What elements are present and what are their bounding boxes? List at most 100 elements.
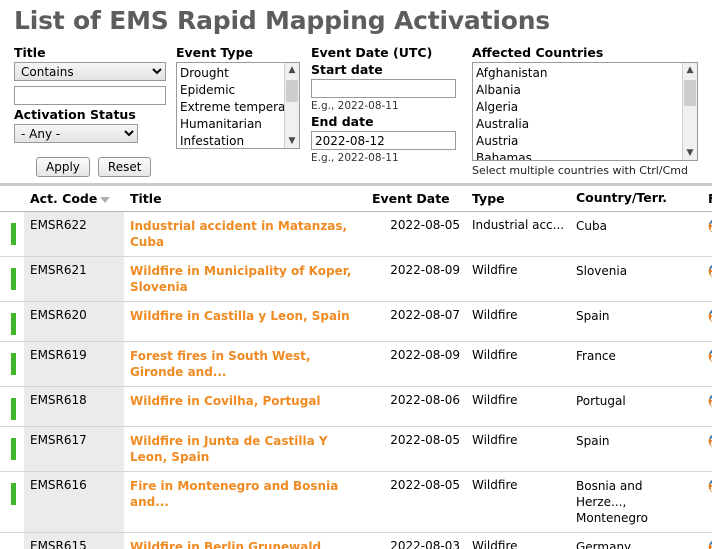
event-type-option[interactable]: Epidemic — [180, 82, 284, 99]
row-country: Cuba — [570, 211, 702, 257]
title-operator-select[interactable]: Contains — [14, 62, 166, 81]
filter-affected-countries-label: Affected Countries — [472, 45, 604, 60]
rss-globe-icon[interactable] — [708, 218, 712, 234]
affected-countries-scrollbar[interactable]: ▲ ▼ — [682, 63, 697, 160]
filter-event-type-label: Event Type — [176, 45, 254, 60]
col-country[interactable]: Country/Terr. — [570, 186, 702, 212]
feed-icon-group — [708, 263, 712, 279]
activations-table: Act. Code Title Event Date Type Country/… — [0, 186, 712, 549]
row-act-code: EMSR620 — [24, 301, 124, 342]
scrollbar-thumb[interactable] — [286, 80, 298, 102]
country-option[interactable]: Bahamas — [476, 150, 682, 160]
event-type-option[interactable]: Humanitarian — [180, 116, 284, 133]
end-date-input[interactable] — [311, 131, 456, 150]
event-type-option[interactable]: Extreme temperatur — [180, 99, 284, 116]
row-event-type: Wildfire — [466, 341, 570, 387]
filter-affected-countries-group: Affected Countries Afghanistan Albania A… — [472, 45, 698, 178]
row-event-type: Wildfire — [466, 301, 570, 342]
rss-globe-icon[interactable] — [708, 539, 712, 549]
activation-title-link[interactable]: Fire in Montenegro and Bosnia and... — [130, 478, 360, 510]
row-status-cell — [0, 256, 24, 302]
row-event-type: Industrial acc... — [466, 211, 570, 257]
row-title-cell: Wildfire in Covilha, Portugal — [124, 386, 366, 427]
filter-activation-status-label: Activation Status — [14, 107, 136, 122]
rss-globe-icon[interactable] — [708, 308, 712, 324]
row-feed-cell — [702, 386, 712, 427]
page-title: List of EMS Rapid Mapping Activations — [14, 6, 550, 35]
scroll-up-icon[interactable]: ▲ — [683, 63, 697, 77]
row-act-code: EMSR617 — [24, 426, 124, 472]
feed-icon-group — [708, 478, 712, 494]
row-event-date: 2022-08-03 — [366, 532, 466, 549]
country-option[interactable]: Afghanistan — [476, 65, 682, 82]
country-option[interactable]: Australia — [476, 116, 682, 133]
reset-button[interactable]: Reset — [97, 157, 152, 177]
scroll-down-icon[interactable]: ▼ — [683, 146, 697, 160]
table-row[interactable]: EMSR615 Wildfire in Berlin Grunewald Fore… — [0, 532, 712, 549]
activation-title-link[interactable]: Forest fires in South West, Gironde and.… — [130, 348, 360, 380]
results-table-wrapper: Act. Code Title Event Date Type Country/… — [0, 183, 712, 549]
filter-event-type-group: Event Type Drought Epidemic Extreme temp… — [176, 45, 300, 149]
start-date-input[interactable] — [311, 79, 456, 98]
end-date-label: End date — [311, 114, 374, 129]
row-event-date: 2022-08-06 — [366, 386, 466, 427]
rss-globe-icon[interactable] — [708, 348, 712, 364]
col-act-code-label: Act. Code — [30, 191, 98, 206]
activation-title-link[interactable]: Wildfire in Castilla y Leon, Spain — [130, 308, 360, 324]
event-type-listbox[interactable]: Drought Epidemic Extreme temperatur Huma… — [176, 62, 300, 149]
activation-status-select[interactable]: - Any - — [14, 124, 138, 143]
row-title-cell: Fire in Montenegro and Bosnia and... — [124, 471, 366, 533]
row-event-type: Wildfire — [466, 386, 570, 427]
row-status-cell — [0, 211, 24, 257]
event-type-option[interactable]: Drought — [180, 65, 284, 82]
country-option[interactable]: Austria — [476, 133, 682, 150]
activation-title-link[interactable]: Wildfire in Berlin Grunewald Forest — [130, 539, 360, 549]
table-row[interactable]: EMSR617 Wildfire in Junta de Castilla Y L… — [0, 426, 712, 472]
country-option[interactable]: Albania — [476, 82, 682, 99]
filter-form: Title Contains Activation Status - Any -… — [0, 45, 712, 179]
country-option[interactable]: Algeria — [476, 99, 682, 116]
rss-globe-icon[interactable] — [708, 393, 712, 409]
affected-countries-options: Afghanistan Albania Algeria Australia Au… — [473, 63, 682, 160]
table-row[interactable]: EMSR616 Fire in Montenegro and Bosnia and… — [0, 471, 712, 533]
event-type-scrollbar[interactable]: ▲ ▼ — [284, 63, 299, 148]
feed-icon-group — [708, 433, 712, 449]
table-row[interactable]: EMSR622 Industrial accident in Matanzas, … — [0, 211, 712, 257]
table-row[interactable]: EMSR618 Wildfire in Covilha, Portugal 2022… — [0, 386, 712, 427]
activation-title-link[interactable]: Wildfire in Covilha, Portugal — [130, 393, 360, 409]
table-row[interactable]: EMSR619 Forest fires in South West, Giron… — [0, 341, 712, 387]
table-row[interactable]: EMSR620 Wildfire in Castilla y Leon, Spai… — [0, 301, 712, 342]
filter-buttons: Apply Reset — [36, 157, 152, 177]
rss-globe-icon[interactable] — [708, 263, 712, 279]
scroll-down-icon[interactable]: ▼ — [285, 134, 299, 148]
event-type-option[interactable]: Infestation — [180, 133, 284, 148]
col-title[interactable]: Title — [124, 186, 366, 212]
table-row[interactable]: EMSR621 Wildfire in Municipality of Koper… — [0, 256, 712, 302]
row-act-code: EMSR615 — [24, 532, 124, 549]
affected-countries-listbox[interactable]: Afghanistan Albania Algeria Australia Au… — [472, 62, 698, 161]
scroll-up-icon[interactable]: ▲ — [285, 63, 299, 77]
row-act-code: EMSR621 — [24, 256, 124, 302]
col-event-date[interactable]: Event Date — [366, 186, 466, 212]
scrollbar-thumb[interactable] — [684, 80, 696, 106]
row-feed-cell — [702, 301, 712, 342]
table-head: Act. Code Title Event Date Type Country/… — [0, 186, 712, 212]
activation-title-link[interactable]: Wildfire in Junta de Castilla Y Leon, Sp… — [130, 433, 360, 465]
row-status-cell — [0, 386, 24, 427]
apply-button[interactable]: Apply — [36, 157, 90, 177]
status-badge — [11, 438, 16, 460]
rss-globe-icon[interactable] — [708, 478, 712, 494]
row-event-type: Wildfire — [466, 471, 570, 533]
activation-title-link[interactable]: Industrial accident in Matanzas, Cuba — [130, 218, 360, 250]
row-country: Bosnia and Herze..., Montenegro — [570, 471, 702, 533]
status-badge — [11, 268, 16, 290]
title-search-input[interactable] — [14, 86, 166, 105]
event-type-options: Drought Epidemic Extreme temperatur Huma… — [177, 63, 284, 148]
row-status-cell — [0, 532, 24, 549]
activation-title-link[interactable]: Wildfire in Municipality of Koper, Slove… — [130, 263, 360, 295]
row-feed-cell — [702, 211, 712, 257]
col-act-code[interactable]: Act. Code — [24, 186, 124, 212]
col-type[interactable]: Type — [466, 186, 570, 212]
rss-globe-icon[interactable] — [708, 433, 712, 449]
row-status-cell — [0, 471, 24, 533]
